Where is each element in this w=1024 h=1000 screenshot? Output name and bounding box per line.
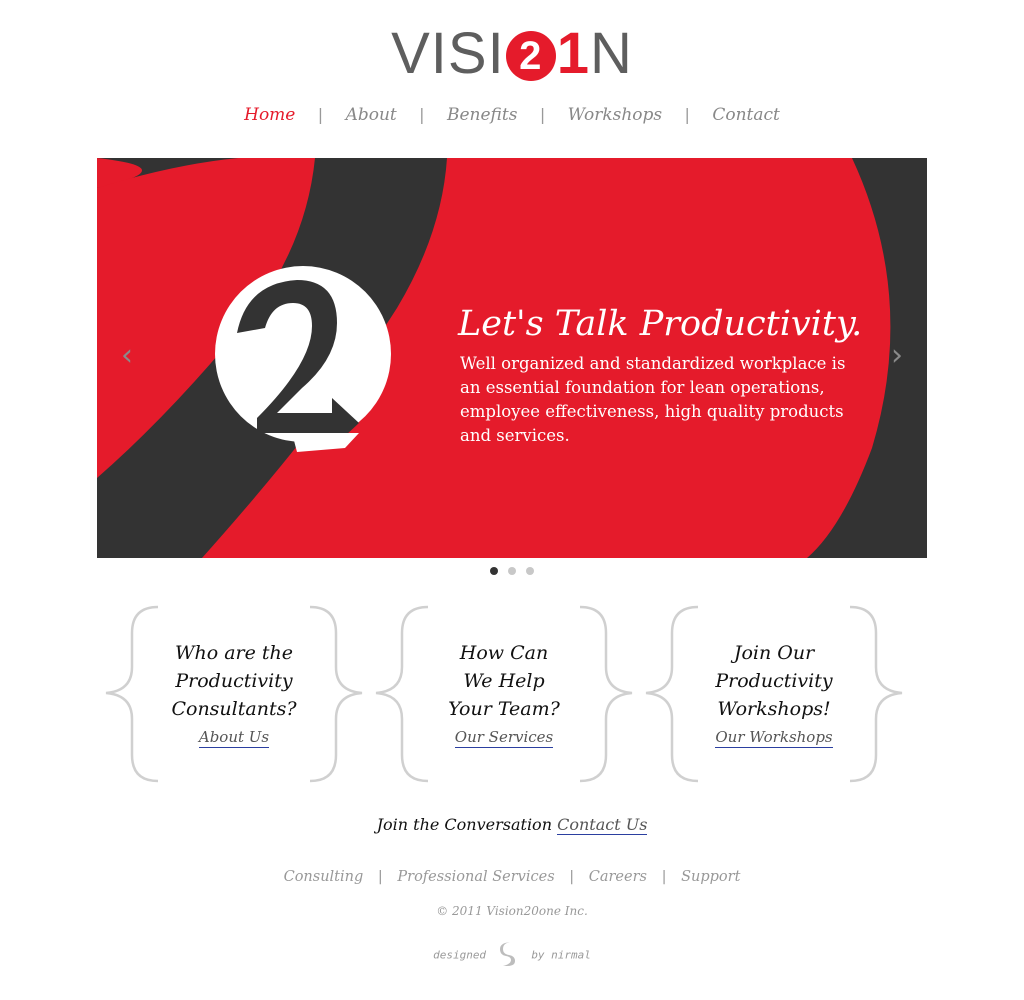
logo-text-one: 1 <box>556 21 590 86</box>
feature-title-line: Workshops! <box>717 698 831 720</box>
feature-title-line: Your Team? <box>448 698 560 720</box>
feature-title: Who are the Productivity Consultants? <box>144 639 324 723</box>
designer-credit[interactable]: designed by nirmal <box>0 940 1024 971</box>
nav-workshops[interactable]: Workshops <box>560 105 671 125</box>
nav-benefits[interactable]: Benefits <box>439 105 525 125</box>
hero-slider: Let's Talk Productivity. Well organized … <box>97 158 927 558</box>
footer-link-professional-services[interactable]: Professional Services <box>391 869 560 885</box>
slider-dot-3[interactable] <box>526 567 534 575</box>
credit-right-text: by nirmal <box>531 948 591 962</box>
conversation-cta: Join the Conversation Contact Us <box>0 815 1024 835</box>
footer-separator: | <box>377 869 383 885</box>
nav-separator: | <box>317 105 324 124</box>
slider-dot-2[interactable] <box>508 567 516 575</box>
feature-title-line: Join Our <box>733 642 815 664</box>
conversation-text: Join the Conversation <box>376 815 552 834</box>
feature-box-about: Who are the Productivity Consultants? Ab… <box>104 605 364 785</box>
contact-us-link[interactable]: Contact Us <box>557 815 648 835</box>
credit-left-text: designed <box>433 948 487 962</box>
nav-separator: | <box>419 105 425 124</box>
slider-dot-1[interactable] <box>490 567 498 575</box>
logo-two-circle: 2 <box>505 31 556 81</box>
our-services-link[interactable]: Our Services <box>454 728 554 748</box>
footer-link-careers[interactable]: Careers <box>583 869 653 885</box>
slider-next-arrow-icon[interactable]: › <box>885 336 909 376</box>
nav-contact[interactable]: Contact <box>704 105 788 125</box>
our-workshops-link[interactable]: Our Workshops <box>715 728 833 748</box>
copyright-text: © 2011 Vision20one Inc. <box>436 904 588 918</box>
hero-headline: Let's Talk Productivity. <box>458 304 863 344</box>
footer-separator: | <box>661 869 667 885</box>
nav-separator: | <box>684 105 690 124</box>
hero-body-text: Well organized and standardized workplac… <box>460 354 846 445</box>
main-nav: Home | About | Benefits | Workshops | Co… <box>0 104 1024 125</box>
feature-title: How Can We Help Your Team? <box>414 639 594 723</box>
footer-link-support[interactable]: Support <box>675 869 746 885</box>
footer-nav: Consulting | Professional Services | Car… <box>0 869 1024 885</box>
footer-separator: | <box>569 869 575 885</box>
slider-pagination <box>0 567 1024 575</box>
slider-prev-arrow-icon[interactable]: ‹ <box>115 336 139 376</box>
site-logo[interactable]: VISI 2 1N <box>0 24 1024 84</box>
nav-home[interactable]: Home <box>236 105 303 125</box>
designer-logo-icon <box>499 940 519 971</box>
feature-title-line: How Can <box>459 642 549 664</box>
logo-text-n: N <box>589 21 633 86</box>
about-us-link[interactable]: About Us <box>198 728 270 748</box>
footer-link-consulting[interactable]: Consulting <box>278 869 370 885</box>
feature-title: Join Our Productivity Workshops! <box>684 639 864 723</box>
logo-text-visi: VISI <box>391 21 505 86</box>
feature-box-workshops: Join Our Productivity Workshops! Our Wor… <box>644 605 904 785</box>
feature-title-line: We Help <box>463 670 545 692</box>
feature-title-line: Consultants? <box>171 698 297 720</box>
nav-about[interactable]: About <box>338 105 405 125</box>
feature-box-services: How Can We Help Your Team? Our Services <box>374 605 634 785</box>
feature-title-line: Productivity <box>715 670 833 692</box>
feature-title-line: Who are the <box>174 642 294 664</box>
feature-title-line: Productivity <box>175 670 293 692</box>
nav-separator: | <box>539 105 546 124</box>
